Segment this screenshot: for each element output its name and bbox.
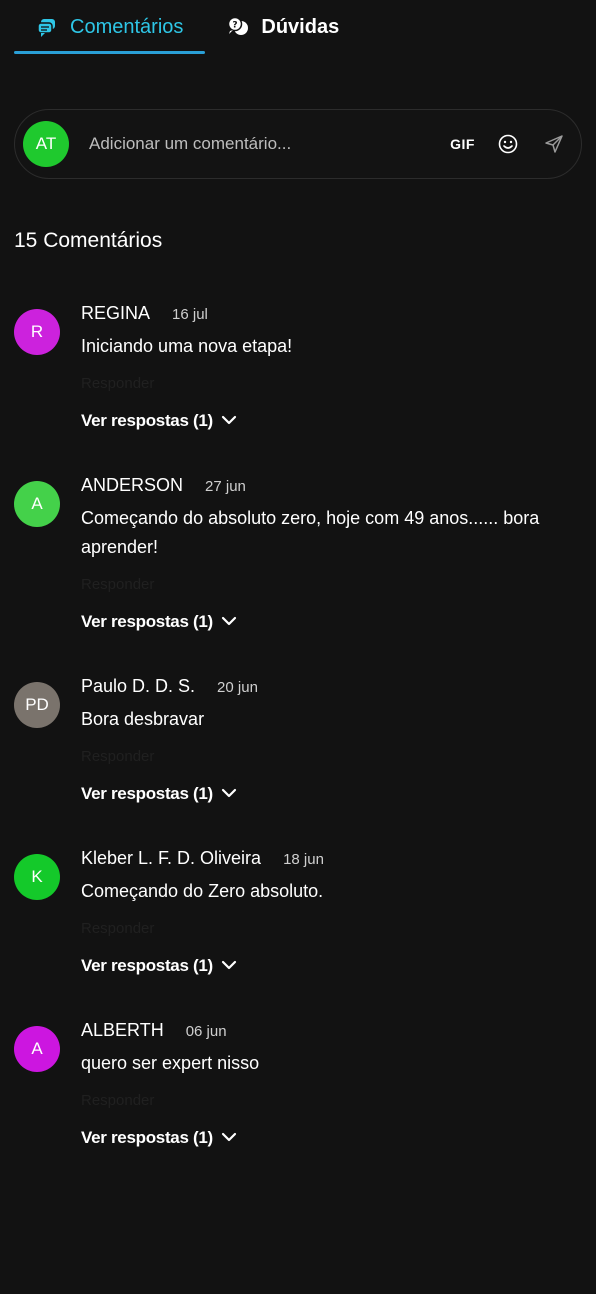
view-replies-label: Ver respostas (1) — [81, 1128, 213, 1147]
comment-text: Bora desbravar — [81, 709, 205, 729]
comment-avatar: A — [14, 481, 60, 527]
gif-button[interactable]: GIF — [450, 136, 475, 152]
comment-item: PD Paulo D. D. S. 20 jun Bora desbravar … — [14, 676, 582, 804]
tab-bar: Comentários ? Dúvidas — [14, 0, 582, 54]
view-replies-label: Ver respostas (1) — [81, 411, 213, 430]
comment-author: Kleber L. F. D. Oliveira — [81, 848, 262, 868]
tab-duvidas[interactable]: ? Dúvidas — [205, 0, 361, 54]
current-user-initials: AT — [35, 134, 57, 153]
comment-avatar-initials: PD — [25, 695, 49, 714]
composer-actions: GIF — [450, 131, 567, 157]
view-replies-label: Ver respostas (1) — [81, 784, 213, 803]
view-replies-label: Ver respostas (1) — [81, 612, 213, 631]
comment-date: 16 jul — [172, 306, 208, 323]
reply-link[interactable]: Responder — [81, 748, 582, 765]
comment-avatar-initials: R — [30, 322, 44, 341]
comment-avatar: A — [14, 1026, 60, 1072]
comment-author: Paulo D. D. S. — [81, 676, 196, 696]
reply-link[interactable]: Responder — [81, 1092, 582, 1109]
comment-text: Começando do absoluto zero, hoje com 49 … — [81, 508, 540, 557]
comment-avatar-initials: A — [31, 494, 43, 513]
chevron-down-icon — [221, 956, 237, 976]
view-replies-button[interactable]: Ver respostas (1) — [81, 411, 582, 431]
comment-date: 27 jun — [205, 478, 246, 495]
tab-comentarios-label: Comentários — [70, 15, 184, 38]
chevron-down-icon — [221, 1128, 237, 1148]
comment-item: K Kleber L. F. D. Oliveira 18 jun Começa… — [14, 848, 582, 976]
comment-date: 06 jun — [185, 1023, 227, 1040]
comment-header: ALBERTH 06 jun — [81, 1020, 582, 1041]
comment-body: Paulo D. D. S. 20 jun Bora desbravar Res… — [81, 676, 582, 804]
comment-composer: AT GIF — [14, 109, 582, 179]
comment-input[interactable] — [89, 134, 451, 154]
view-replies-button[interactable]: Ver respostas (1) — [81, 956, 582, 976]
reply-link[interactable]: Responder — [81, 375, 582, 392]
tab-duvidas-label: Dúvidas — [261, 15, 340, 38]
comment-body: REGINA 16 jul Iniciando uma nova etapa! … — [81, 303, 582, 431]
view-replies-button[interactable]: Ver respostas (1) — [81, 784, 582, 804]
comment-avatar: R — [14, 309, 60, 355]
comment-header: Paulo D. D. S. 20 jun — [81, 676, 582, 697]
current-user-avatar: AT — [23, 121, 69, 167]
comments-count: 15 Comentários — [14, 229, 163, 252]
comments-panel: Comentários ? Dúvidas AT GIF — [0, 0, 596, 1294]
emoji-icon[interactable] — [495, 131, 521, 157]
chevron-down-icon — [221, 784, 237, 804]
comment-avatar-initials: K — [31, 867, 43, 886]
comment-author: ANDERSON — [81, 475, 184, 495]
question-bubbles-icon: ? — [227, 16, 249, 38]
comments-list: R REGINA 16 jul Iniciando uma nova etapa… — [14, 303, 582, 1148]
comment-text: Iniciando uma nova etapa! — [81, 336, 293, 356]
view-replies-button[interactable]: Ver respostas (1) — [81, 1128, 582, 1148]
reply-link[interactable]: Responder — [81, 576, 582, 593]
send-icon[interactable] — [541, 131, 567, 157]
comment-item: A ALBERTH 06 jun quero ser expert nisso … — [14, 1020, 582, 1148]
comment-item: A ANDERSON 27 jun Começando do absoluto … — [14, 475, 582, 632]
chevron-down-icon — [221, 411, 237, 431]
comment-header: ANDERSON 27 jun — [81, 475, 582, 496]
comment-header: Kleber L. F. D. Oliveira 18 jun — [81, 848, 582, 869]
reply-link[interactable]: Responder — [81, 920, 582, 937]
view-replies-button[interactable]: Ver respostas (1) — [81, 612, 582, 632]
tab-comentarios[interactable]: Comentários — [14, 0, 206, 54]
chat-bubbles-icon — [36, 16, 58, 38]
comment-text: Começando do Zero absoluto. — [81, 881, 324, 901]
comment-author: REGINA — [81, 303, 151, 323]
comment-avatar: PD — [14, 682, 60, 728]
comment-date: 18 jun — [283, 851, 324, 868]
comment-body: Kleber L. F. D. Oliveira 18 jun Começand… — [81, 848, 582, 976]
svg-text:?: ? — [233, 21, 238, 31]
comment-avatar: K — [14, 854, 60, 900]
comment-header: REGINA 16 jul — [81, 303, 582, 324]
comment-body: ANDERSON 27 jun Começando do absoluto ze… — [81, 475, 582, 632]
comment-item: R REGINA 16 jul Iniciando uma nova etapa… — [14, 303, 582, 431]
view-replies-label: Ver respostas (1) — [81, 956, 213, 975]
comment-body: ALBERTH 06 jun quero ser expert nisso Re… — [81, 1020, 582, 1148]
comment-text: quero ser expert nisso — [81, 1053, 260, 1073]
comment-author: ALBERTH — [81, 1020, 164, 1040]
comment-date: 20 jun — [217, 679, 258, 696]
comment-avatar-initials: A — [31, 1039, 43, 1058]
chevron-down-icon — [221, 612, 237, 632]
